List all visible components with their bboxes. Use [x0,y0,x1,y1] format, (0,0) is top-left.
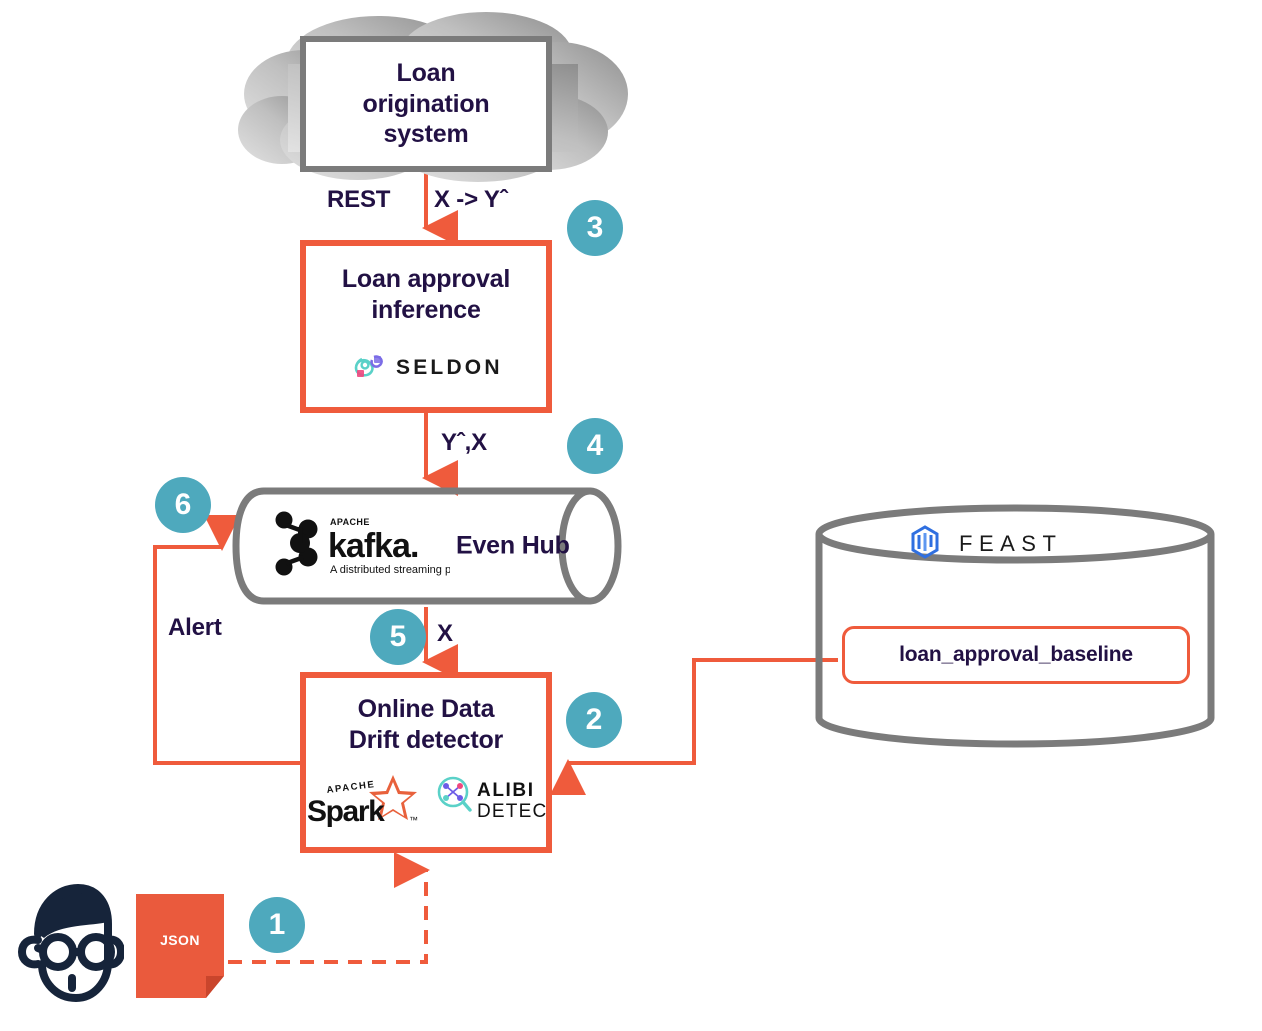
feature-store-cylinder[interactable]: FEAST loan_approval_baseline [812,502,1218,750]
data-scientist-avatar [14,878,125,1012]
source-line-1: Loan [396,59,456,88]
label-alert: Alert [168,614,222,641]
alibi-wordmark-line2: DETECT [477,801,547,822]
source-system-box: Loan origination system [300,36,552,172]
feast-logo-slot: FEAST [812,524,1218,564]
diagram-canvas: Loan origination system Loan approval in… [0,0,1262,1031]
inference-box[interactable]: Loan approval inference SELDON [300,240,552,413]
spark-wordmark: Spark [307,795,385,828]
feast-wordmark: FEAST [959,531,1062,556]
seldon-wordmark: SELDON [396,356,500,379]
step-badge-1[interactable]: 1 [249,897,305,953]
step-badge-6[interactable]: 6 [155,477,211,533]
label-rest: REST [327,186,391,213]
drift-logo-row: APACHE Spark ™ ALIBI DETECT [305,771,547,829]
inference-line-2: inference [371,295,481,324]
drift-line-1: Online Data [357,695,495,723]
kafka-wordmark: kafka. [328,527,418,565]
alibi-wordmark-line1: ALIBI [477,780,535,801]
source-system-title: Loan origination system [363,58,490,150]
inference-title: Loan approval inference [342,264,510,325]
kafka-logo-slot: APACHE kafka. A distributed streaming pl… [270,507,485,590]
inference-line-1: Loan approval [341,265,511,293]
drift-line-2: Drift detector [348,725,504,754]
json-document[interactable]: JSON [136,894,224,998]
spark-apache-text: APACHE [326,779,376,796]
event-hub-cylinder[interactable]: APACHE kafka. A distributed streaming pl… [228,485,628,607]
step-badge-2[interactable]: 2 [566,692,622,748]
step-badge-3[interactable]: 3 [567,200,623,256]
drift-detector-title: Online Data Drift detector [349,694,503,755]
spark-logo: APACHE Spark ™ [307,775,418,828]
feast-logo: FEAST [911,525,1062,559]
source-line-2: origination [362,89,490,118]
event-hub-label: Even Hub [456,531,570,560]
json-label: JSON [160,932,200,948]
drift-detector-box[interactable]: Online Data Drift detector APACHE Spark … [300,672,552,853]
seldon-logo: SELDON [354,355,500,379]
feature-view-chip[interactable]: loan_approval_baseline [842,626,1190,684]
spark-tm: ™ [409,815,418,825]
kafka-logo: APACHE kafka. A distributed streaming pl… [275,511,485,576]
kafka-apache-text: APACHE [330,517,370,527]
label-x-to-yhat: X -> Yˆ [434,186,508,213]
person-with-glasses-icon [18,884,125,1002]
step-badge-4[interactable]: 4 [567,418,623,474]
label-x: X [437,620,453,647]
alibi-detect-logo: ALIBI DETECT [437,776,547,822]
source-line-3: system [383,120,469,149]
label-yhat-x: Yˆ,X [441,429,487,456]
kafka-tagline: A distributed streaming platform [330,564,450,576]
source-cloud: Loan origination system [228,12,648,184]
seldon-logo-row: SELDON [352,351,500,381]
step-badge-5[interactable]: 5 [370,609,426,665]
